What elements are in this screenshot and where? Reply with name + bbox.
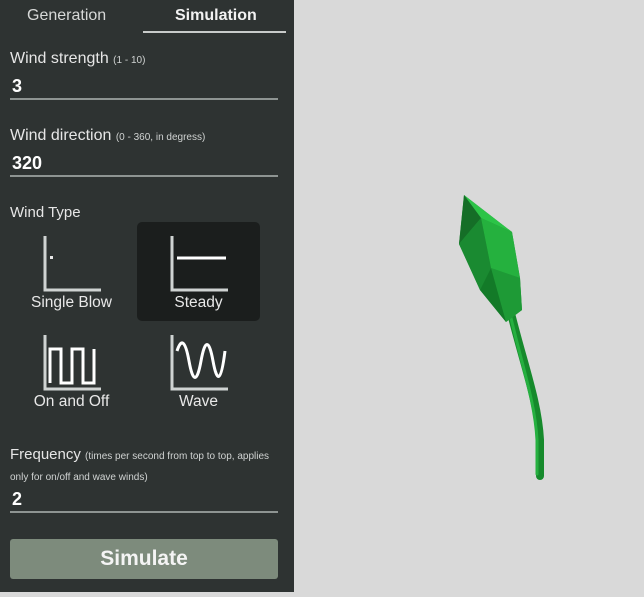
wind-type-label-wave: Wave — [178, 393, 219, 410]
wind-direction-hint: (0 - 360, in degress) — [115, 132, 206, 143]
wind-direction-label-text: Wind direction — [10, 127, 112, 144]
tab-simulation[interactable]: Simulation — [175, 7, 257, 25]
wind-type-label: Wind Type — [10, 204, 81, 221]
wind-type-label-steady: Steady — [174, 294, 223, 311]
steady-icon — [170, 236, 228, 292]
active-tab-indicator — [143, 31, 286, 33]
wind-strength-label: Wind strength (1 - 10) — [10, 50, 145, 68]
wind-direction-label: Wind direction (0 - 360, in degress) — [10, 127, 205, 145]
wind-type-label-on-and-off: On and Off — [33, 393, 110, 410]
wind-type-wave[interactable]: Wave — [137, 321, 260, 420]
3d-viewport[interactable] — [294, 0, 644, 592]
single-blow-icon — [43, 236, 101, 292]
tab-generation[interactable]: Generation — [27, 7, 106, 25]
plant-bud — [459, 195, 522, 322]
wind-direction-input[interactable] — [10, 151, 278, 177]
wind-strength-label-text: Wind strength — [10, 50, 109, 67]
frequency-input[interactable] — [10, 487, 278, 513]
wind-type-single-blow[interactable]: Single Blow — [10, 222, 133, 321]
wind-strength-input[interactable] — [10, 74, 278, 100]
wind-type-steady[interactable]: Steady — [137, 222, 260, 321]
wind-type-on-and-off[interactable]: On and Off — [10, 321, 133, 420]
on-and-off-icon — [43, 335, 101, 391]
tab-bar: Generation Simulation — [0, 0, 294, 34]
wave-icon — [170, 335, 228, 391]
simulate-button[interactable]: Simulate — [10, 539, 278, 579]
plant-render — [459, 195, 544, 480]
settings-panel: Generation Simulation Wind strength (1 -… — [0, 0, 294, 592]
wind-strength-hint: (1 - 10) — [113, 55, 146, 66]
wind-type-label-single-blow: Single Blow — [31, 294, 112, 311]
frequency-label: Frequency (times per second from top to … — [10, 445, 288, 487]
frequency-label-text: Frequency — [10, 446, 81, 463]
